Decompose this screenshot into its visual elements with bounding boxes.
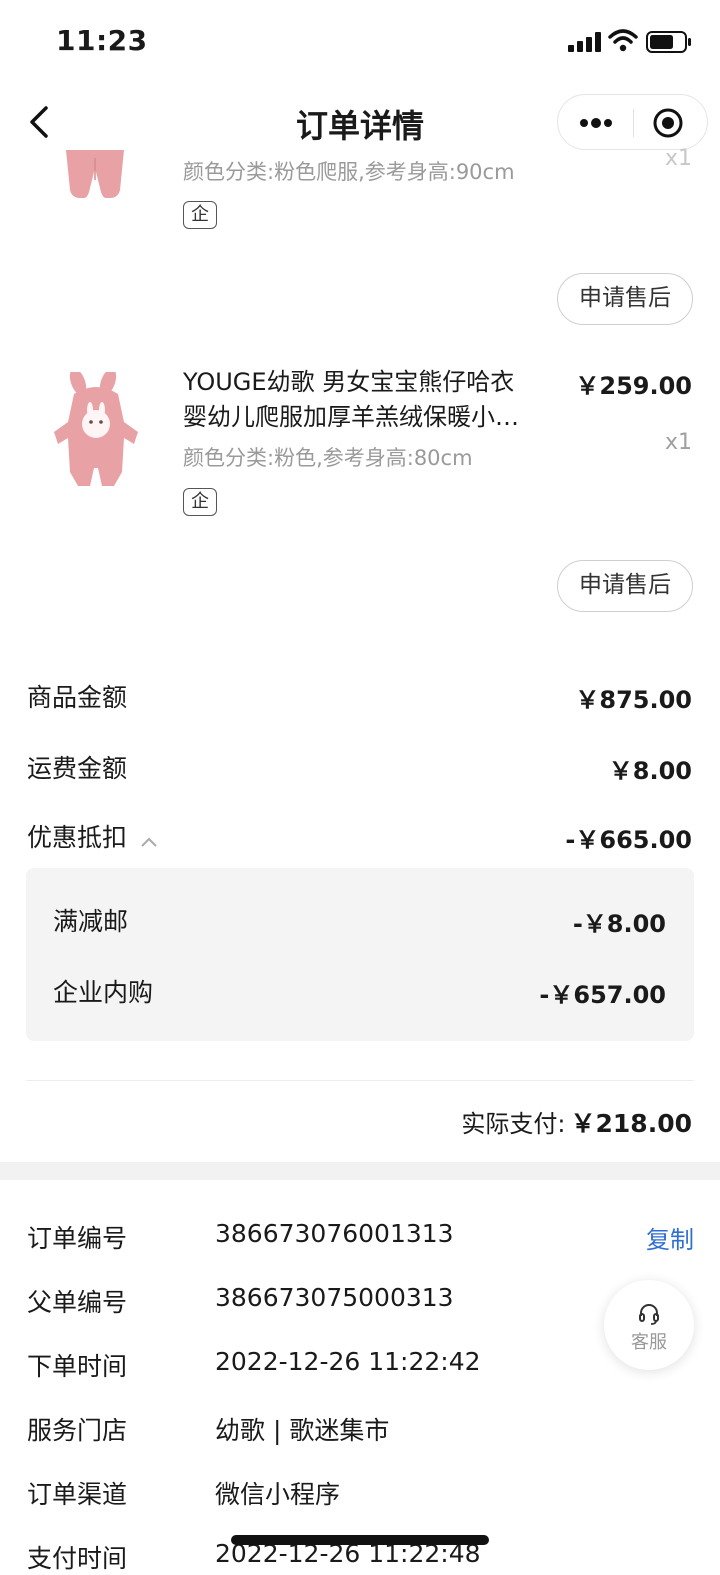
customer-service-button[interactable]: 客服 [604,1280,694,1370]
discount-value: -￥665.00 [565,826,692,854]
mini-program-capsule [557,94,708,150]
after-sale-button[interactable]: 申请售后 [557,273,693,325]
after-sale-button[interactable]: 申请售后 [557,560,693,612]
close-mini-program-icon[interactable] [652,107,684,139]
product-price: ￥259.00 [575,372,692,400]
product-title-line1[interactable]: YOUGE幼歌 男女宝宝熊仔哈衣 [183,365,553,400]
discount-toggle[interactable]: 优惠抵扣 [27,818,158,854]
pay-time-label: 支付时间 [27,1544,128,1573]
enterprise-tag: 企 [183,488,217,516]
cellular-signal-icon [568,32,601,52]
status-time: 11:23 [56,24,148,57]
actual-payment-value: ￥218.00 [570,1109,692,1138]
chevron-up-icon [141,837,157,847]
product-spec: 颜色分类:粉色爬服,参考身高:90cm [183,160,515,184]
headset-icon [639,1304,659,1325]
battery-icon [646,31,691,53]
product-image[interactable] [60,150,130,200]
customer-service-label: 客服 [631,1332,667,1353]
copy-button[interactable]: 复制 [646,1220,694,1255]
discount-item-label: 企业内购 [53,978,154,1007]
shipping-amount-value: ￥8.00 [608,757,692,785]
order-channel-value: 微信小程序 [215,1480,341,1509]
capsule-divider [633,109,634,137]
order-channel-label: 订单渠道 [27,1480,128,1509]
goods-amount-value: ￥875.00 [575,686,692,714]
product-quantity: x1 [664,430,692,455]
discount-item-label: 满减邮 [53,907,129,936]
discount-label: 优惠抵扣 [27,823,128,852]
wifi-icon [608,29,638,52]
product-quantity: x1 [664,146,692,171]
home-indicator [231,1535,489,1545]
service-store-label: 服务门店 [27,1416,128,1445]
order-time-label: 下单时间 [27,1352,128,1381]
more-icon[interactable] [576,111,616,135]
product-title-line2[interactable]: 婴幼儿爬服加厚羊羔绒保暖小… [183,400,553,435]
discount-details-panel [26,868,694,1041]
order-time-value: 2022-12-26 11:22:42 [215,1347,481,1376]
service-store-value: 幼歌 | 歌迷集市 [215,1416,390,1445]
order-number-value: 386673076001313 [215,1219,454,1248]
enterprise-tag: 企 [183,201,217,229]
order-number-label: 订单编号 [27,1224,128,1253]
shipping-amount-label: 运费金额 [27,754,128,783]
parent-order-number-label: 父单编号 [27,1288,128,1317]
section-divider [0,1162,720,1180]
discount-item-value: -￥657.00 [539,981,666,1009]
divider [26,1080,694,1081]
product-image[interactable] [48,372,144,492]
product-spec: 颜色分类:粉色,参考身高:80cm [183,446,473,470]
goods-amount-label: 商品金额 [27,683,128,712]
parent-order-number-value: 386673075000313 [215,1283,454,1312]
discount-item-value: -￥8.00 [572,910,666,938]
actual-payment: 实际支付: ￥218.00 [461,1104,692,1140]
actual-payment-label: 实际支付: [461,1110,566,1138]
